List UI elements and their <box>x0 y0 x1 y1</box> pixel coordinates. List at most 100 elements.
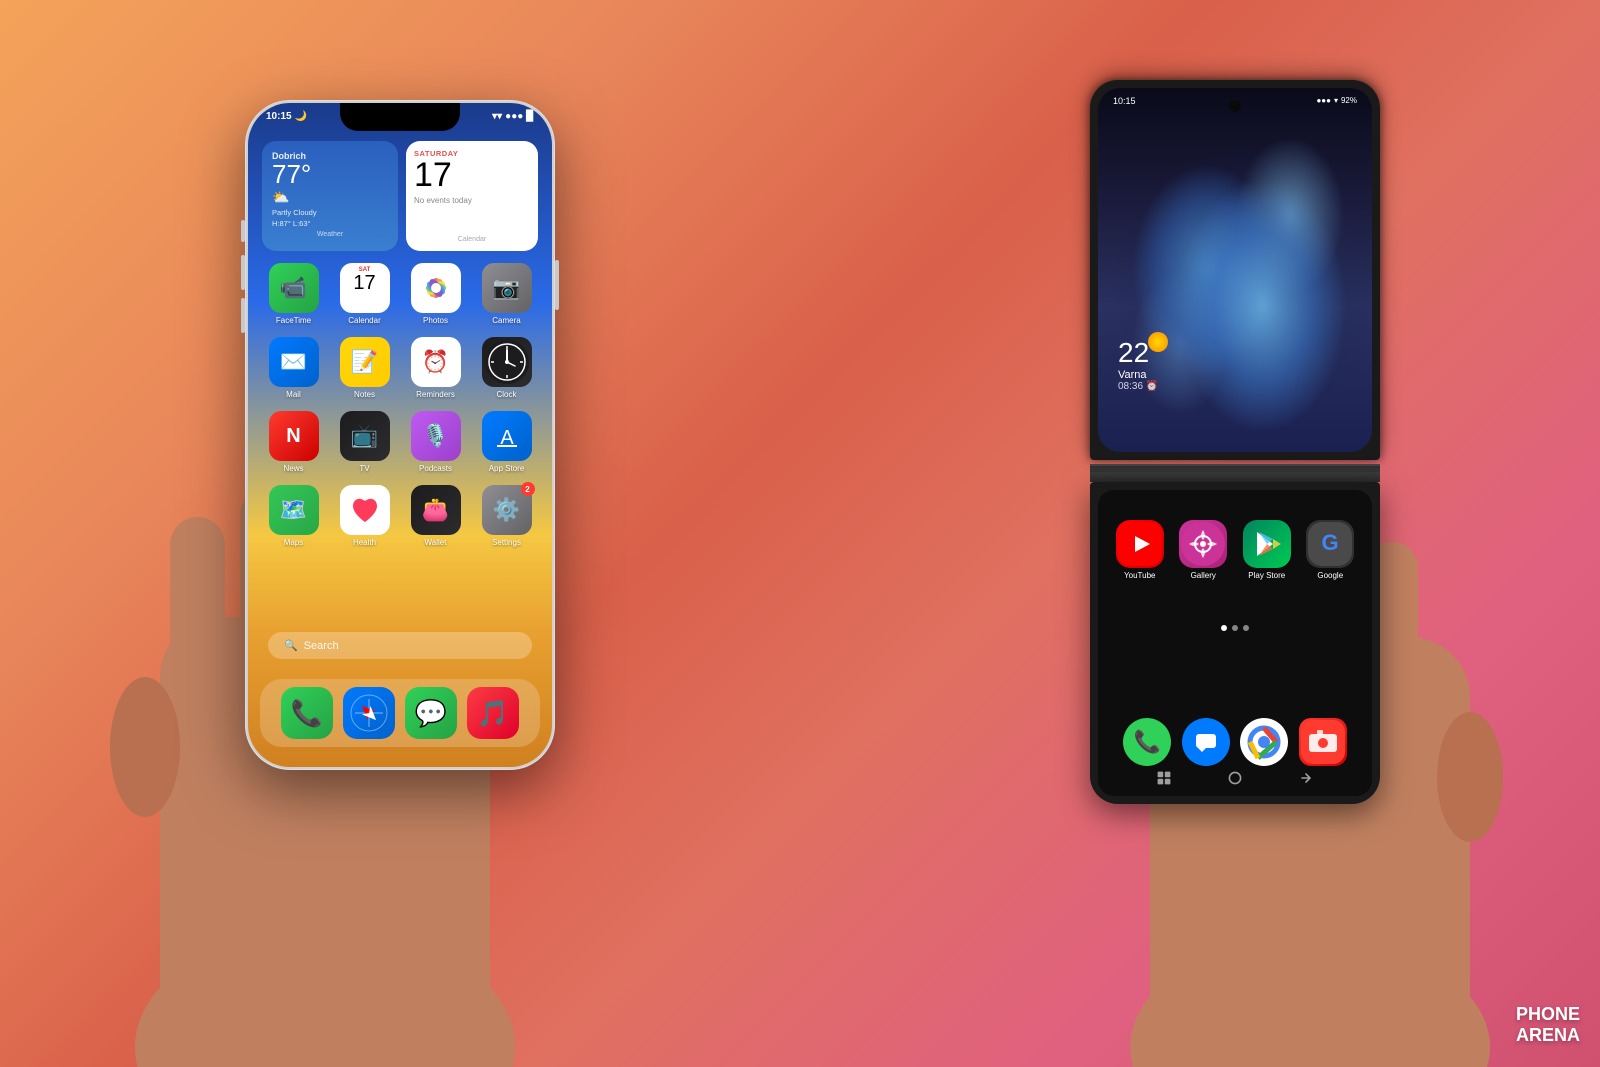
app-appstore[interactable]: A App Store <box>478 411 536 473</box>
app-camera[interactable]: 📷 Camera <box>478 263 536 325</box>
svg-text:G: G <box>1322 530 1339 555</box>
app-row-3: N News 📺 TV 🎙️ Podcasts <box>258 411 542 473</box>
iphone-volume-down-btn[interactable] <box>241 298 245 333</box>
iphone-search-bar[interactable]: 🔍 Search <box>268 632 532 659</box>
page-dot-1 <box>1221 625 1227 631</box>
youtube-icon <box>1116 520 1164 568</box>
samsung-dock-messages[interactable] <box>1182 718 1230 766</box>
notes-icon: 📝 <box>340 337 390 387</box>
iphone-volume-up-btn[interactable] <box>241 255 245 290</box>
samsung-dock-camera[interactable] <box>1299 718 1347 766</box>
iphone-screen: 10:15 🌙 ▾▾ ●●● ▉ Dobrich 77° ⛅ Partly Cl… <box>248 103 552 767</box>
iphone-app-grid: 📹 FaceTime SAT 17 Calendar <box>258 263 542 559</box>
settings-icon: ⚙️ 2 <box>482 485 532 535</box>
youtube-label: YouTube <box>1124 571 1155 580</box>
app-health[interactable]: Health <box>336 485 394 547</box>
iphone-power-btn[interactable] <box>555 260 559 310</box>
samsung-lower-half: YouTube <box>1090 482 1380 804</box>
samsung-wifi-icon: ▾ <box>1334 96 1338 106</box>
photos-icon <box>411 263 461 313</box>
samsung-hinge <box>1090 464 1380 482</box>
calendar-label: Calendar <box>414 236 530 243</box>
iphone-dock: 📞 💬 🎵 <box>260 679 540 747</box>
app-clock[interactable]: Clock <box>478 337 536 399</box>
appstore-icon: A <box>482 411 532 461</box>
app-wallet[interactable]: 👛 Wallet <box>407 485 465 547</box>
clock-icon <box>482 337 532 387</box>
samsung-app-row-1: YouTube <box>1108 520 1362 580</box>
app-settings[interactable]: ⚙️ 2 Settings <box>478 485 536 547</box>
weather-widget[interactable]: Dobrich 77° ⛅ Partly Cloudy H:87° L:63° … <box>262 141 398 251</box>
app-row-4: 🗺️ Maps Health 👛 Wallet <box>258 485 542 547</box>
samsung-flower-wallpaper <box>1098 88 1372 452</box>
samsung-recents-btn[interactable] <box>1296 768 1316 788</box>
reminders-icon: ⏰ <box>411 337 461 387</box>
page-dot-3 <box>1243 625 1249 631</box>
app-maps[interactable]: 🗺️ Maps <box>265 485 323 547</box>
health-icon <box>340 485 390 535</box>
app-playstore[interactable]: Play Store <box>1239 520 1294 580</box>
calendar-widget[interactable]: SATURDAY 17 No events today Calendar <box>406 141 538 251</box>
app-notes[interactable]: 📝 Notes <box>336 337 394 399</box>
app-news[interactable]: N News <box>265 411 323 473</box>
iphone-status-bar: 10:15 🌙 ▾▾ ●●● ▉ <box>248 111 552 122</box>
calendar-date: 17 <box>414 158 530 192</box>
samsung-lower-screen: YouTube <box>1098 490 1372 796</box>
samsung-flower-dot <box>1148 332 1168 352</box>
iphone-moon-icon: 🌙 <box>295 111 307 122</box>
app-row-1: 📹 FaceTime SAT 17 Calendar <box>258 263 542 325</box>
google-icon: G <box>1306 520 1354 568</box>
samsung-app-grid: YouTube <box>1098 510 1372 604</box>
playstore-label: Play Store <box>1248 571 1285 580</box>
tv-icon: 📺 <box>340 411 390 461</box>
samsung-page-dots <box>1098 625 1372 631</box>
news-icon: N <box>269 411 319 461</box>
dock-phone-icon[interactable]: 📞 <box>281 687 333 739</box>
iphone-battery-icon: ▉ <box>526 111 534 122</box>
app-youtube[interactable]: YouTube <box>1112 520 1167 580</box>
app-google[interactable]: G Google <box>1303 520 1358 580</box>
samsung-galaxy-z-flip: 10:15 ●●● ▾ 92% 22° Varna 08:36 ⏰ <box>1090 80 1380 800</box>
samsung-upper-screen: 10:15 ●●● ▾ 92% 22° Varna 08:36 ⏰ <box>1098 88 1372 452</box>
samsung-navbar <box>1098 768 1372 788</box>
samsung-time: 10:15 <box>1113 96 1136 106</box>
dock-messages-icon[interactable]: 💬 <box>405 687 457 739</box>
samsung-battery: 92% <box>1341 96 1357 106</box>
app-gallery[interactable]: Gallery <box>1176 520 1231 580</box>
facetime-icon: 📹 <box>269 263 319 313</box>
samsung-upper-half: 10:15 ●●● ▾ 92% 22° Varna 08:36 ⏰ <box>1090 80 1380 460</box>
samsung-back-btn[interactable] <box>1154 768 1174 788</box>
calendar-no-events: No events today <box>414 196 530 205</box>
samsung-signal-icon: ●●● <box>1316 96 1331 106</box>
app-facetime[interactable]: 📹 FaceTime <box>265 263 323 325</box>
samsung-home-btn[interactable] <box>1225 768 1245 788</box>
camera-icon: 📷 <box>482 263 532 313</box>
gallery-label: Gallery <box>1191 571 1216 580</box>
samsung-weather-city: Varna <box>1118 369 1160 381</box>
iphone-time: 10:15 <box>266 111 292 122</box>
app-mail[interactable]: ✉️ Mail <box>265 337 323 399</box>
google-label: Google <box>1317 571 1343 580</box>
samsung-weather-time: 08:36 ⏰ <box>1118 381 1160 392</box>
samsung-dock-chrome[interactable] <box>1240 718 1288 766</box>
app-calendar[interactable]: SAT 17 Calendar <box>336 263 394 325</box>
weather-temp: 77° <box>272 161 388 187</box>
weather-city: Dobrich <box>272 151 388 161</box>
samsung-dock-phone[interactable]: 📞 <box>1123 718 1171 766</box>
iphone-mute-btn[interactable] <box>241 220 245 242</box>
dock-safari-icon[interactable] <box>343 687 395 739</box>
weather-label: Weather <box>272 231 388 238</box>
iphone: 10:15 🌙 ▾▾ ●●● ▉ Dobrich 77° ⛅ Partly Cl… <box>245 100 555 770</box>
app-tv[interactable]: 📺 TV <box>336 411 394 473</box>
iphone-signal-icon: ●●● <box>505 111 523 122</box>
settings-badge: 2 <box>521 482 535 496</box>
dock-music-icon[interactable]: 🎵 <box>467 687 519 739</box>
playstore-icon <box>1243 520 1291 568</box>
app-podcasts[interactable]: 🎙️ Podcasts <box>407 411 465 473</box>
maps-icon: 🗺️ <box>269 485 319 535</box>
samsung-dock: 📞 <box>1098 718 1372 766</box>
samsung-alarm-icon: ⏰ <box>1146 381 1158 392</box>
app-reminders[interactable]: ⏰ Reminders <box>407 337 465 399</box>
app-photos[interactable]: Photos <box>407 263 465 325</box>
gallery-icon <box>1179 520 1227 568</box>
